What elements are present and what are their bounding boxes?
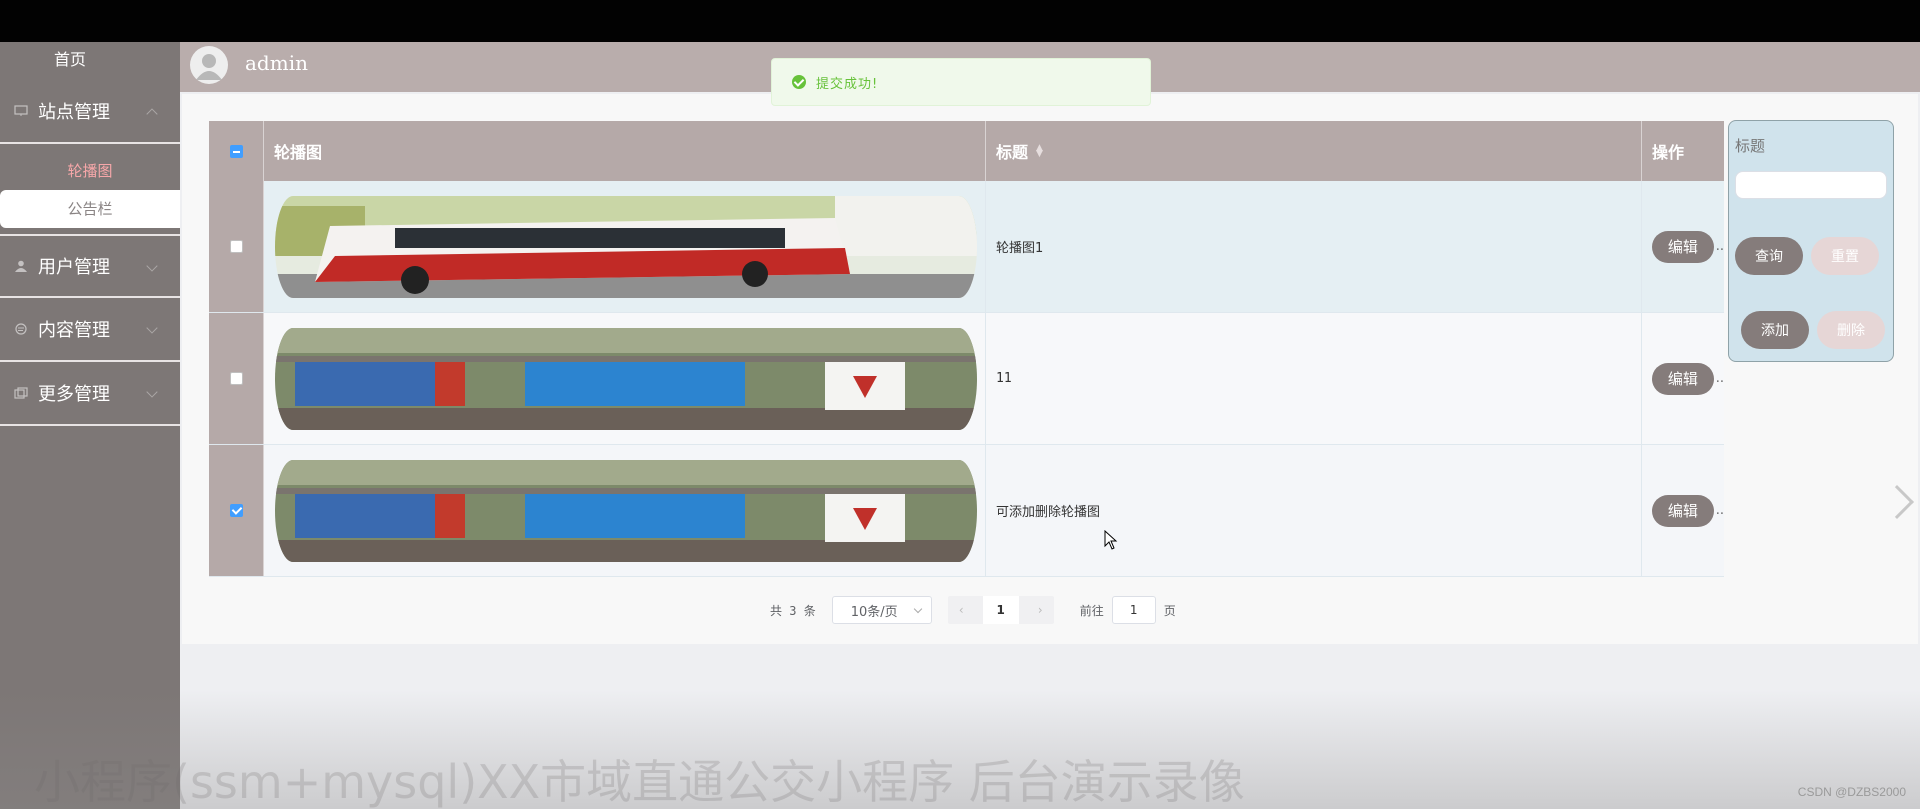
total-prefix: 共 [770, 603, 783, 618]
sidebar-menu-site[interactable]: 站点管理 [0, 80, 180, 144]
select-all-checkbox[interactable] [229, 144, 243, 158]
image-cell [264, 313, 986, 444]
prev-page-icon[interactable]: ‹ [958, 603, 965, 617]
sidebar-item-carousel[interactable]: 轮播图 [0, 152, 180, 190]
delete-button[interactable]: 删除 [1817, 311, 1885, 349]
more-actions-ellipsis[interactable]: .. [1716, 503, 1724, 518]
bus-stop-photo-image [275, 327, 977, 430]
sidebar-menu-label: 用户管理 [38, 257, 110, 278]
more-actions-ellipsis[interactable]: .. [1716, 239, 1724, 254]
goto-suffix: 页 [1163, 603, 1176, 618]
image-cell [264, 445, 986, 576]
username: admin [245, 51, 308, 75]
reset-button[interactable]: 重置 [1811, 237, 1879, 275]
row-checkbox[interactable] [229, 372, 243, 385]
chevron-up-icon [146, 108, 158, 120]
row-checkbox[interactable] [229, 240, 243, 253]
mouse-cursor-icon [1104, 530, 1118, 550]
row-select-cell [209, 313, 264, 444]
sidebar: 首页 站点管理 轮播图 公告栏 用户管理 内容管理 更多管理 [0, 42, 180, 809]
avatar-user-icon [196, 54, 222, 80]
edit-button[interactable]: 编辑 [1652, 230, 1714, 263]
goto-prefix: 前往 [1079, 603, 1104, 618]
query-button[interactable]: 查询 [1735, 237, 1803, 275]
goto-page-input[interactable]: 1 [1111, 596, 1156, 624]
image-cell [264, 181, 986, 312]
check-circle-icon [792, 75, 806, 89]
sidebar-menu-label: 更多管理 [38, 384, 110, 405]
pagination: 共 3 条 10条/页 ‹ 1 › 前往 1 页 [770, 596, 1176, 624]
pagination-total: 共 3 条 [770, 602, 816, 619]
current-page[interactable]: 1 [982, 596, 1019, 624]
sort-icon[interactable]: ▲ ▼ [1036, 144, 1043, 159]
success-toast: 提交成功! [771, 58, 1151, 106]
column-header-title-text: 标题 [996, 143, 1029, 162]
sidebar-home[interactable]: 首页 [0, 42, 180, 80]
chevron-down-icon [146, 322, 158, 334]
sidebar-menu-label: 站点管理 [38, 102, 110, 123]
submenu-site: 轮播图 公告栏 [0, 144, 180, 234]
page-size-value: 10条/页 [850, 604, 898, 620]
actions-cell: 编辑.. [1642, 445, 1724, 576]
table-row: 轮播图1 编辑.. [209, 181, 1724, 313]
chevron-down-icon [146, 260, 158, 272]
page-navigator: ‹ 1 › [947, 596, 1054, 624]
total-count: 3 [789, 603, 797, 618]
column-header-actions: 操作 [1652, 143, 1685, 162]
row-checkbox[interactable] [229, 504, 243, 517]
bus-photo-image [275, 195, 977, 298]
page-size-select[interactable]: 10条/页 [831, 596, 932, 624]
carousel-table: 轮播图 标题 ▲ ▼ 操作 轮播图1 编辑.. 11 编辑 .. 可添加删除轮播… [209, 121, 1724, 577]
column-header-image: 轮播图 [264, 121, 986, 181]
total-suffix: 条 [803, 603, 816, 618]
sidebar-menu-label: 内容管理 [38, 320, 110, 341]
watermark-credit: CSDN @DZBS2000 [1797, 785, 1906, 799]
next-page-icon[interactable]: › [1037, 603, 1044, 617]
table-row: 11 编辑.. [209, 313, 1724, 445]
search-panel: 标题 查询 重置 添加 删除 [1728, 120, 1894, 362]
more-actions-ellipsis[interactable]: .. [1716, 371, 1724, 386]
table-row: 可添加删除轮播图 编辑.. [209, 445, 1724, 577]
search-title-input[interactable] [1735, 171, 1887, 199]
goto-page: 前往 1 页 [1080, 596, 1176, 624]
video-top-bar [0, 0, 1920, 42]
actions-cell: 编辑.. [1642, 313, 1724, 444]
edit-button[interactable]: 编辑 [1652, 362, 1714, 395]
search-title-label: 标题 [1735, 137, 1766, 155]
row-select-cell [209, 445, 264, 576]
sidebar-item-notice[interactable]: 公告栏 [0, 190, 180, 228]
copy-icon [14, 387, 28, 399]
user-icon [15, 260, 27, 272]
video-caption-overlay: 小程序(ssm+mysql)XX市域直通公交小程序 后台演示录像 [34, 755, 1245, 809]
table-header: 轮播图 标题 ▲ ▼ 操作 [209, 121, 1724, 181]
add-button[interactable]: 添加 [1741, 311, 1809, 349]
row-select-cell [209, 181, 264, 312]
sidebar-menu-users[interactable]: 用户管理 [0, 234, 180, 298]
chevron-down-icon [913, 604, 922, 614]
chat-icon [15, 323, 27, 335]
avatar[interactable] [190, 46, 228, 84]
title-cell: 轮播图1 [986, 181, 1642, 312]
column-header-title[interactable]: 标题 ▲ ▼ [986, 121, 1642, 181]
actions-cell: 编辑.. [1642, 181, 1724, 312]
edit-button[interactable]: 编辑 [1652, 494, 1714, 527]
sidebar-menu-content[interactable]: 内容管理 [0, 298, 180, 362]
title-cell: 可添加删除轮播图 [986, 445, 1642, 576]
monitor-icon [14, 105, 28, 116]
bus-stop-photo-image [275, 459, 977, 562]
select-all-cell [209, 121, 264, 181]
sidebar-menu-more[interactable]: 更多管理 [0, 362, 180, 426]
toast-message: 提交成功! [816, 76, 879, 92]
title-cell: 11 [986, 313, 1642, 444]
chevron-down-icon [146, 386, 158, 398]
